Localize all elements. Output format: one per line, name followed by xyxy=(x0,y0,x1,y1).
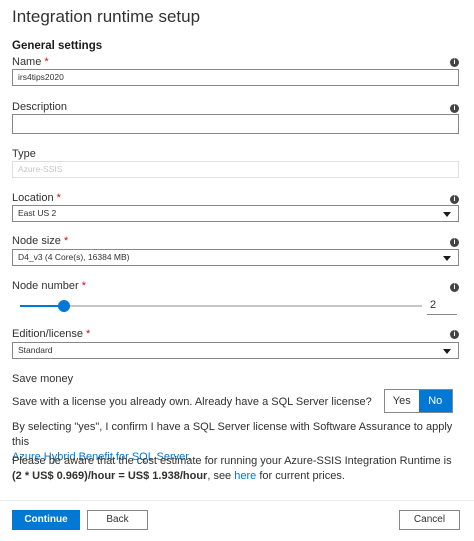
name-label: Name * xyxy=(12,56,49,68)
node-size-select[interactable]: D4_v3 (4 Core(s), 16384 MB) xyxy=(12,249,459,266)
node-slider-thumb[interactable] xyxy=(58,300,70,312)
location-value: East US 2 xyxy=(18,208,57,218)
type-label: Type xyxy=(12,148,36,160)
node-number-input[interactable]: 2 xyxy=(427,295,457,315)
edition-value: Standard xyxy=(18,345,53,355)
name-input[interactable]: irs4tips2020 xyxy=(12,69,459,86)
description-input[interactable] xyxy=(12,114,459,134)
footer-divider xyxy=(0,500,474,501)
panel-title: Integration runtime setup xyxy=(12,7,201,26)
node-size-label: Node size * xyxy=(12,235,69,247)
no-option[interactable]: No xyxy=(418,390,452,412)
prices-link[interactable]: here xyxy=(234,470,256,482)
location-info-icon[interactable]: i xyxy=(450,195,459,204)
node-size-value: D4_v3 (4 Core(s), 16384 MB) xyxy=(18,252,130,262)
license-toggle[interactable]: Yes No xyxy=(384,389,453,413)
location-select[interactable]: East US 2 xyxy=(12,205,459,222)
cost-notice: Please be aware that the cost estimate f… xyxy=(12,455,452,482)
continue-button[interactable]: Continue xyxy=(12,510,80,530)
yes-option[interactable]: Yes xyxy=(385,390,419,412)
description-label: Description xyxy=(12,101,68,113)
edition-info-icon[interactable]: i xyxy=(450,330,459,339)
node-number-info-icon[interactable]: i xyxy=(450,283,459,292)
chevron-down-icon xyxy=(443,212,451,217)
back-button[interactable]: Back xyxy=(87,510,148,530)
type-field: Azure-SSIS xyxy=(12,161,459,178)
save-money-heading: Save money xyxy=(12,373,74,385)
section-heading: General settings xyxy=(12,40,103,52)
description-info-icon[interactable]: i xyxy=(450,104,459,113)
save-money-question: Save with a license you already own. Alr… xyxy=(12,396,372,408)
location-label: Location * xyxy=(12,192,61,204)
node-slider-track[interactable] xyxy=(20,305,422,307)
edition-label: Edition/license * xyxy=(12,328,91,340)
edition-select[interactable]: Standard xyxy=(12,342,459,359)
name-info-icon[interactable]: i xyxy=(450,58,459,67)
chevron-down-icon xyxy=(443,349,451,354)
cost-formula: (2 * US$ 0.969)/hour = US$ 1.938/hour xyxy=(12,470,208,482)
chevron-down-icon xyxy=(443,256,451,261)
node-size-info-icon[interactable]: i xyxy=(450,238,459,247)
cancel-button[interactable]: Cancel xyxy=(399,510,460,530)
node-number-label: Node number * xyxy=(12,280,86,292)
